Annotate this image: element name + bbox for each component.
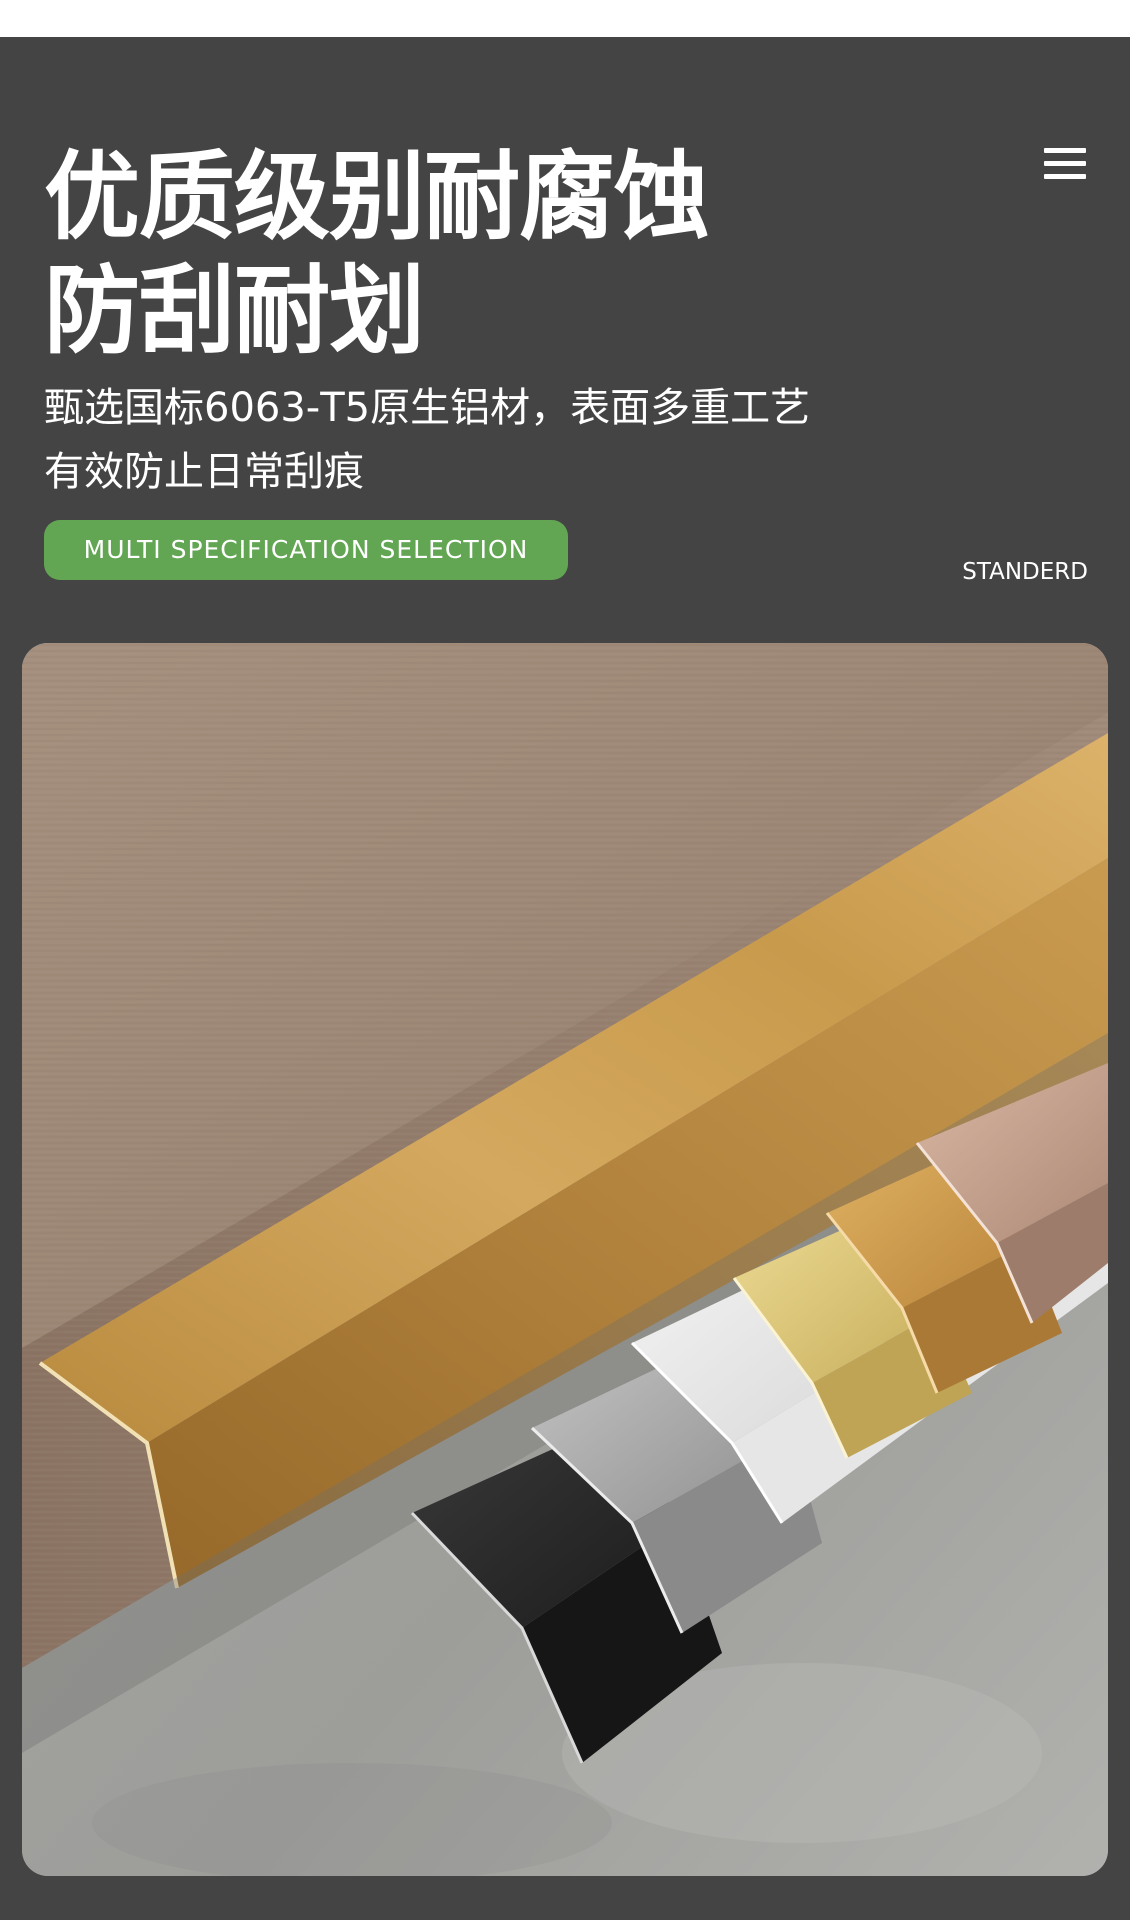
standard-label: STANDERD: [962, 559, 1088, 585]
intro-line-1: 甄选国标6063-T5原生铝材，表面多重工艺: [44, 385, 811, 431]
top-white-strip: [0, 0, 1130, 37]
menu-bar-bottom: [1044, 174, 1086, 179]
menu-bar-middle: [1044, 161, 1086, 166]
intro-line-2: 有效防止日常刮痕: [44, 449, 364, 495]
multi-specification-badge[interactable]: MULTI SPECIFICATION SELECTION: [44, 520, 568, 580]
hamburger-menu-icon[interactable]: [1044, 148, 1086, 180]
product-photo-illustration: [22, 643, 1108, 1876]
product-photo: [22, 643, 1108, 1876]
intro-text: 甄选国标6063-T5原生铝材，表面多重工艺 有效防止日常刮痕: [44, 376, 944, 504]
headline: 优质级别耐腐蚀 防刮耐划: [44, 140, 804, 368]
headline-line-2: 防刮耐划: [44, 255, 425, 367]
headline-line-1: 优质级别耐腐蚀: [44, 141, 710, 253]
menu-bar-top: [1044, 148, 1086, 153]
page: 优质级别耐腐蚀 防刮耐划 甄选国标6063-T5原生铝材，表面多重工艺 有效防止…: [0, 0, 1130, 1920]
